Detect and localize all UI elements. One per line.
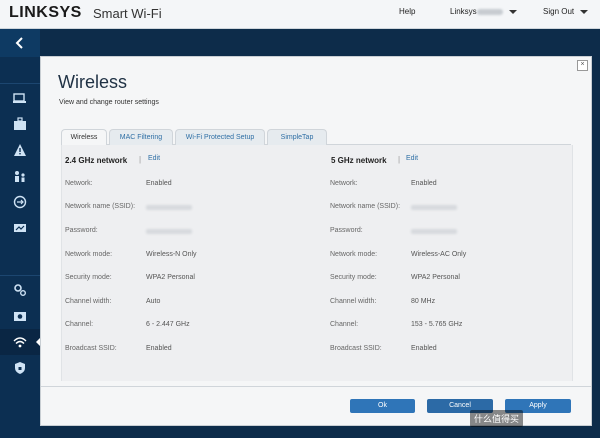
linksys-logo: LINKSYS [9,4,82,21]
nav-media-prioritization[interactable] [0,189,40,215]
media-prioritization-icon [13,195,27,209]
sign-out-menu[interactable]: Sign Out [543,7,589,16]
value-network: Enabled [146,180,172,187]
tab-bar: Wireless MAC Filtering Wi-Fi Protected S… [61,129,571,145]
site-watermark: 什么值得买 [470,410,524,427]
back-button[interactable] [0,29,40,57]
label-network: Network: [65,180,93,187]
page-subtitle: View and change router settings [59,99,159,106]
tab-wifi-protected-setup[interactable]: Wi-Fi Protected Setup [175,129,265,145]
chevron-down-icon [508,9,517,14]
nav-wireless[interactable] [0,329,41,355]
value-channel-width: 80 MHz [411,298,436,305]
value-network-mode: Wireless-AC Only [411,251,467,258]
label-ssid: Network name (SSID): [65,203,136,210]
footer-divider [41,386,591,387]
value-channel: 6 - 2.447 GHz [146,321,190,328]
label-channel: Channel: [65,321,94,328]
wireless-icon [13,337,27,348]
wireless-settings-panel: 2.4 GHz network | Edit Network: Network … [61,145,573,381]
page-title: Wireless [58,72,128,92]
label-network-mode: Network mode: [330,251,378,258]
value-ssid-blurred [411,205,457,210]
tab-simpletap[interactable]: SimpleTap [267,129,327,145]
edit-2-4ghz-link[interactable]: Edit [148,155,160,162]
value-security-mode: WPA2 Personal [146,274,195,281]
security-shield-icon [15,362,25,374]
label-ssid: Network name (SSID): [330,203,401,210]
nav-speed-test[interactable] [0,215,40,241]
device-list-icon [13,93,26,103]
left-nav [0,29,41,438]
sign-out-label: Sign Out [543,7,575,16]
nav-device-list[interactable] [0,85,40,111]
value-broadcast-ssid: Enabled [411,345,437,352]
label-broadcast-ssid: Broadcast SSID: [65,345,117,352]
close-icon[interactable]: × [577,60,588,71]
ok-button[interactable]: Ok [350,399,415,413]
nav-toolbox[interactable] [0,111,40,137]
value-channel: 153 - 5.765 GHz [411,321,463,328]
tab-wireless[interactable]: Wireless [61,129,107,145]
nav-parental-controls[interactable] [0,163,40,189]
nav-connectivity[interactable] [0,277,40,303]
label-broadcast-ssid: Broadcast SSID: [330,345,382,352]
label-channel-width: Channel width: [65,298,112,305]
top-header: LINKSYS Smart Wi-Fi Help Linksys Sign Ou… [0,0,600,29]
chevron-down-icon [580,9,589,14]
label-channel-width: Channel width: [330,298,377,305]
account-name-blurred [476,8,503,15]
label-network-mode: Network mode: [65,251,113,258]
value-security-mode: WPA2 Personal [411,274,460,281]
value-password-blurred [146,229,192,234]
value-network-mode: Wireless-N Only [146,251,197,258]
speed-test-icon [14,224,26,232]
account-menu[interactable]: Linksys [450,7,517,16]
label-password: Password: [330,227,363,234]
parental-controls-icon [15,171,25,182]
label-password: Password: [65,227,98,234]
settings-gears-icon [14,284,26,296]
value-network: Enabled [411,180,437,187]
warning-icon [14,144,26,156]
label-security-mode: Security mode: [330,274,377,281]
wireless-dialog: × Wireless View and change router settin… [40,56,592,426]
value-channel-width: Auto [146,298,161,305]
section-separator: | [139,155,142,164]
tab-mac-filtering[interactable]: MAC Filtering [109,129,173,145]
value-password-blurred [411,229,457,234]
value-broadcast-ssid: Enabled [146,345,172,352]
external-storage-icon [14,312,26,321]
section-title-5ghz: 5 GHz network [331,156,387,165]
product-name: Smart Wi-Fi [93,6,162,21]
label-network: Network: [330,180,358,187]
label-channel: Channel: [330,321,359,328]
chevron-left-icon [15,37,23,49]
section-separator: | [398,155,401,164]
label-security-mode: Security mode: [65,274,112,281]
section-title-2-4ghz: 2.4 GHz network [65,156,128,165]
nav-external-storage[interactable] [0,303,40,329]
value-ssid-blurred [146,205,192,210]
nav-security[interactable] [0,355,40,381]
nav-alerts[interactable] [0,137,40,163]
help-link[interactable]: Help [399,7,415,16]
toolbox-icon [14,117,26,130]
edit-5ghz-link[interactable]: Edit [406,155,418,162]
account-name: Linksys [450,7,477,16]
